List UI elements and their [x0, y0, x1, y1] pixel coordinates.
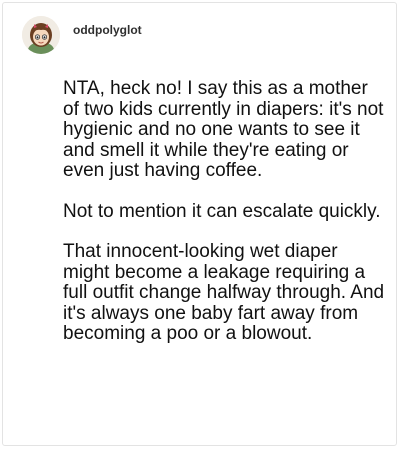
comment-card: oddpolyglot NTA, heck no! I say this as … — [2, 2, 397, 446]
comment-paragraph: Not to mention it can escalate quickly. — [63, 200, 381, 222]
comment-paragraph: That innocent-looking wet diaper might b… — [63, 241, 385, 344]
username[interactable]: oddpolyglot — [73, 23, 142, 37]
comment-body: NTA, heck no! I say this as a mother of … — [63, 78, 388, 365]
avatar[interactable] — [22, 16, 60, 54]
comment-header: oddpolyglot — [22, 16, 142, 54]
comment-paragraph: NTA, heck no! I say this as a mother of … — [63, 78, 384, 181]
cartoon-girl-avatar-icon — [22, 16, 60, 54]
